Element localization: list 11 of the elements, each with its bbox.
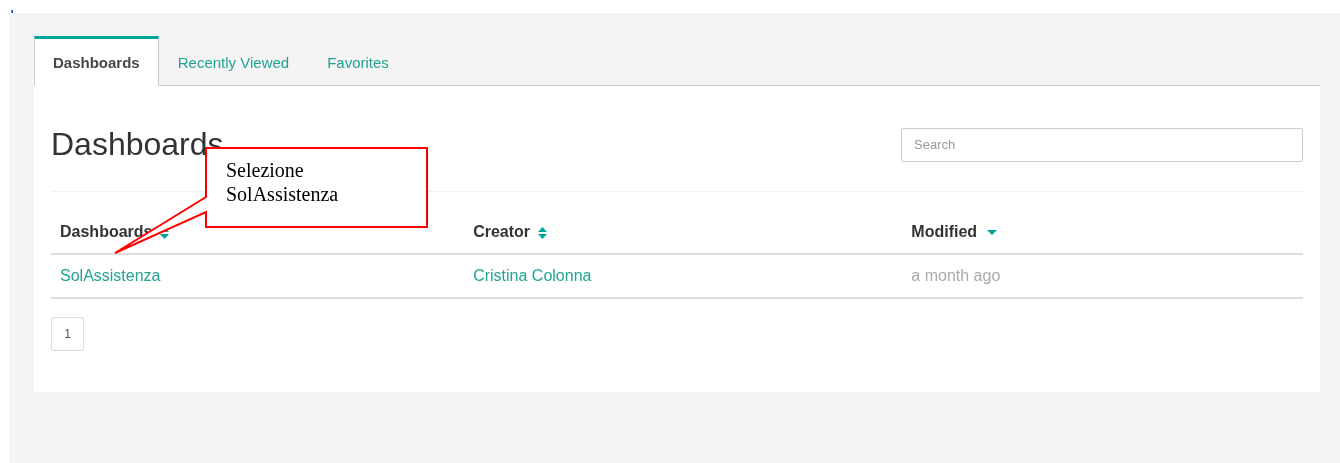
column-header[interactable]: Dashboards (60, 223, 170, 241)
search-field[interactable]: Search (901, 127, 1303, 162)
modified-time: a month ago (911, 267, 1001, 284)
page-title: Dashboards (51, 126, 224, 163)
tab[interactable]: Dashboards (34, 36, 159, 86)
page-button[interactable]: 1 (51, 317, 84, 351)
column-header[interactable]: Modified (911, 223, 998, 241)
sort-icon (538, 226, 548, 239)
column-header[interactable]: Creator (473, 223, 548, 241)
callout-text: Selezione SolAssistenza (226, 158, 340, 206)
sort-down-icon (987, 230, 998, 236)
